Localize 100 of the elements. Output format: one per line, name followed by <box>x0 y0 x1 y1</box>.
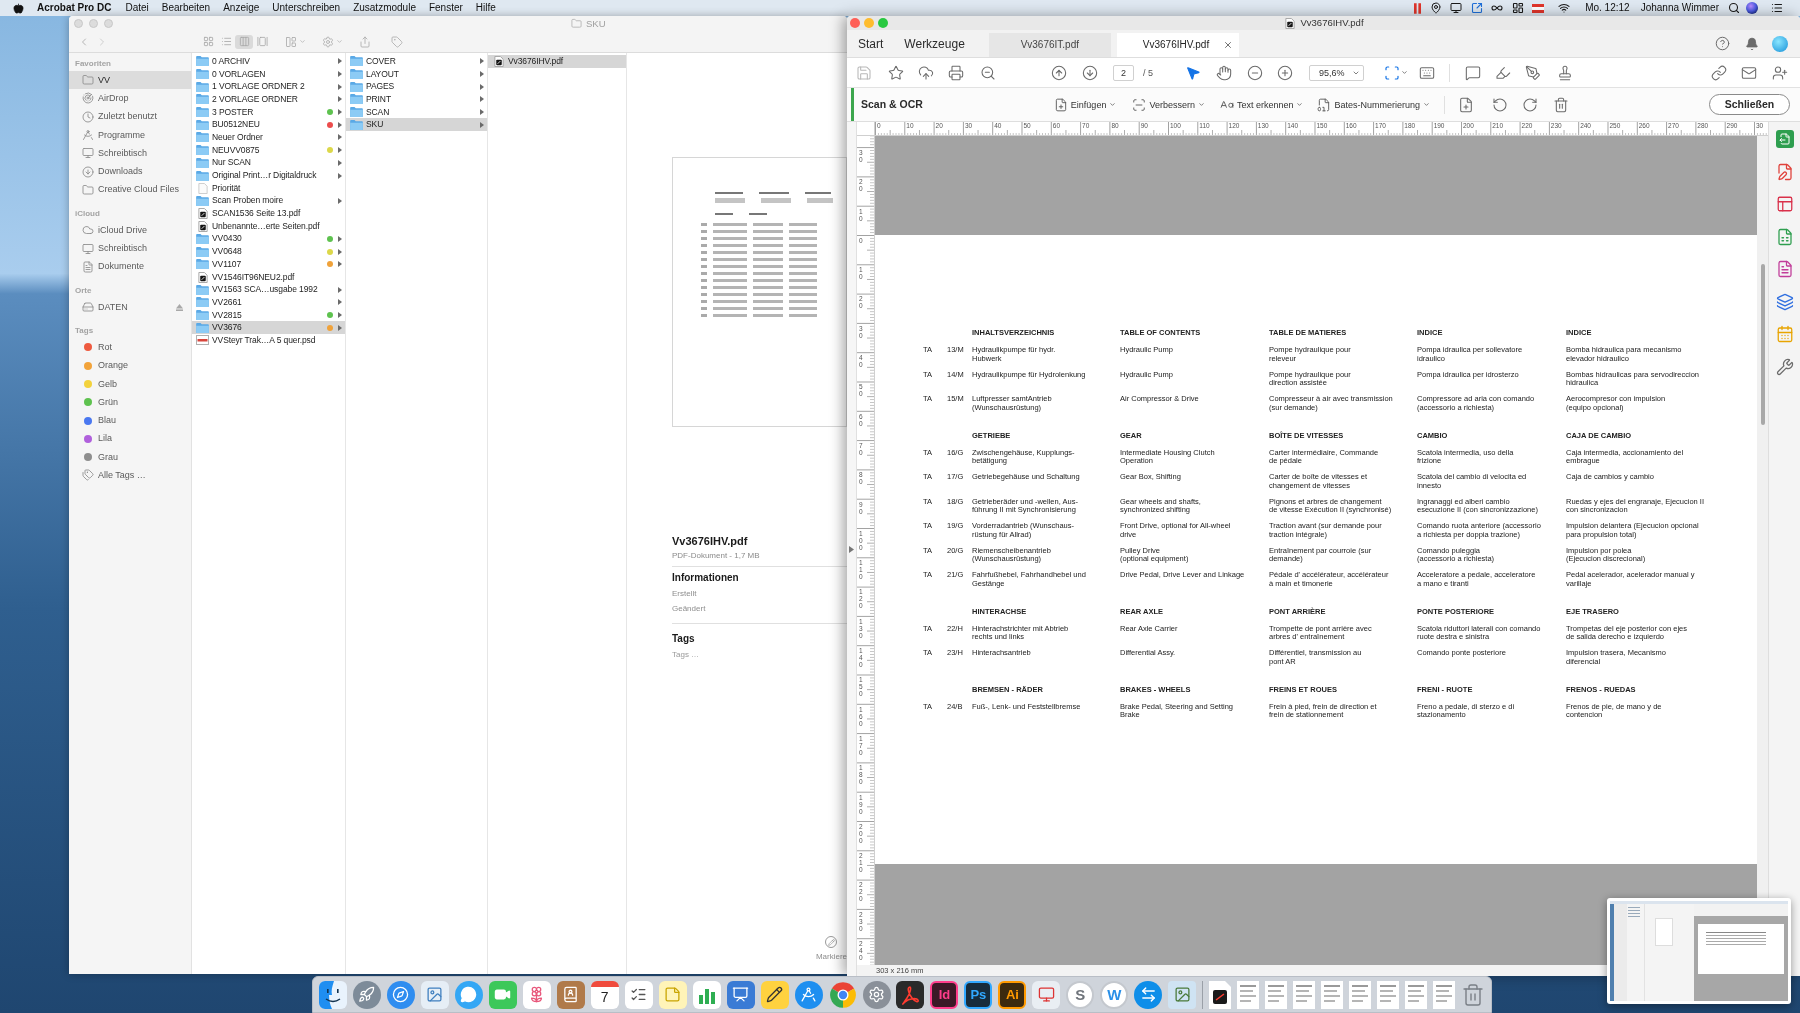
sidebar-item[interactable]: Lila <box>69 429 191 449</box>
next-page-icon[interactable] <box>1082 64 1098 81</box>
app-tile[interactable]: Ps <box>964 980 993 1009</box>
file-row[interactable]: PAGES <box>346 80 487 94</box>
print-icon[interactable] <box>948 64 964 81</box>
file-pen-icon[interactable] <box>1775 162 1794 181</box>
app-tile[interactable]: Id <box>930 980 959 1009</box>
markup-icon[interactable] <box>825 936 838 948</box>
sidebar-item[interactable]: AirDrop <box>69 89 191 108</box>
file-row[interactable]: VV2815 <box>192 308 345 322</box>
video-camera-icon[interactable] <box>488 980 517 1009</box>
app-menu[interactable]: Acrobat Pro DC <box>37 2 112 14</box>
document-icon[interactable] <box>1376 980 1399 1009</box>
gear-icon[interactable] <box>862 980 891 1009</box>
sidebar-item[interactable]: Alle Tags … <box>69 466 191 485</box>
zoom-minus-icon[interactable] <box>1247 64 1263 81</box>
screenshot-thumbnail-drawing[interactable] <box>1607 898 1791 1004</box>
file-row[interactable]: 1 VORLAGE ORDNER 2 <box>192 80 345 94</box>
file-row[interactable]: SCAN <box>346 105 487 119</box>
user-name[interactable]: Johanna Wimmer <box>1640 2 1719 14</box>
zoom-field[interactable]: 95,6% <box>1309 64 1364 81</box>
avatar-icon[interactable] <box>1772 35 1788 52</box>
menu-button[interactable]: Text erkennen <box>1219 94 1304 115</box>
file-row[interactable]: Unbenannte…erte Seiten.pdf <box>192 219 345 233</box>
pen-icon[interactable] <box>1525 64 1541 81</box>
fit-page-icon[interactable] <box>1384 64 1400 81</box>
trash-icon[interactable] <box>1553 96 1569 113</box>
file-row[interactable]: VV0430 <box>192 232 345 246</box>
menu-item[interactable]: Anzeige <box>223 2 260 14</box>
monitor-icon[interactable] <box>1032 980 1061 1009</box>
sidebar-item[interactable]: Gelb <box>69 374 191 394</box>
orb-icon[interactable] <box>1746 2 1758 14</box>
file-row[interactable]: NEUVV0875 <box>192 143 345 157</box>
layers-icon[interactable] <box>1775 292 1794 311</box>
pdf-document-icon[interactable] <box>1209 980 1232 1009</box>
document-icon[interactable] <box>1265 980 1288 1009</box>
app-badge[interactable]: S <box>1066 980 1095 1009</box>
calendar-tile[interactable]: 7 <box>590 980 619 1009</box>
zoom-plus-icon[interactable] <box>1277 64 1293 81</box>
location-pin-icon[interactable] <box>1429 2 1442 14</box>
file-row[interactable]: COVER <box>346 55 487 68</box>
file-row[interactable]: VVSteyr Trak…A 5 quer.psd <box>192 334 345 347</box>
panel-expand-icon[interactable] <box>849 546 854 553</box>
apple-icon[interactable] <box>13 2 24 14</box>
scrollbar[interactable] <box>1760 264 1765 425</box>
face-tile-icon[interactable] <box>319 980 347 1009</box>
page-layout-icon[interactable] <box>1775 195 1794 213</box>
disclosure-arrow-icon[interactable] <box>338 197 342 204</box>
menu-item[interactable]: Bearbeiten <box>161 2 211 14</box>
keyboard-icon[interactable] <box>1419 64 1435 81</box>
landscape-picture-icon[interactable] <box>1168 980 1197 1009</box>
caret-icon[interactable] <box>1296 101 1304 108</box>
menu-item[interactable]: Unterschreiben <box>272 2 341 14</box>
menu-item[interactable]: Hilfe <box>475 2 496 14</box>
file-row[interactable]: PRINT <box>346 93 487 106</box>
help-icon[interactable] <box>1715 36 1730 51</box>
caret-icon[interactable] <box>1401 69 1408 76</box>
close-icon[interactable] <box>1222 40 1233 50</box>
pencil-icon[interactable] <box>760 980 789 1009</box>
sidebar-item[interactable]: Blau <box>69 411 191 430</box>
sidebar-item[interactable]: Rot <box>69 338 191 357</box>
sidebar-item[interactable]: VV <box>69 71 191 90</box>
file-row[interactable]: Nur SCAN <box>192 156 345 170</box>
file-row[interactable]: SCAN1536 Seite 13.pdf <box>192 207 345 220</box>
document-icon[interactable] <box>1349 980 1371 1009</box>
stamp-icon[interactable] <box>1557 64 1573 81</box>
sidebar-item[interactable]: Grau <box>69 448 191 467</box>
file-row[interactable]: Neuer Ordner <box>192 131 345 144</box>
close-panel-button[interactable]: Schließen <box>1709 94 1790 115</box>
checklist-icon[interactable] <box>624 980 653 1009</box>
menu-button[interactable]: Verbessern <box>1132 94 1205 115</box>
menu-button[interactable]: Einfügen <box>1053 94 1117 115</box>
file-row[interactable]: 3 POSTER <box>192 105 345 119</box>
swirl-tile-icon[interactable] <box>896 980 925 1009</box>
menu-list-icon[interactable] <box>1771 2 1783 14</box>
file-row[interactable]: 2 VORLAGE ORDNER <box>192 93 345 106</box>
caret-icon[interactable] <box>1423 101 1430 108</box>
document-icon[interactable] <box>1237 980 1260 1009</box>
comment-icon[interactable] <box>1465 64 1481 81</box>
file-row[interactable]: SKU <box>346 118 487 132</box>
menu-item[interactable]: Zusatzmodule <box>353 2 416 14</box>
export-file-icon[interactable] <box>1775 130 1794 148</box>
speech-bubble-icon[interactable] <box>454 980 483 1009</box>
arrow-square-icon[interactable] <box>1470 2 1483 14</box>
flag-icon[interactable] <box>1532 3 1545 13</box>
pause-bars-icon[interactable] <box>1414 2 1422 14</box>
file-row[interactable]: LAYOUT <box>346 67 487 81</box>
highlighter-icon[interactable] <box>1495 64 1511 81</box>
file-row[interactable]: Vv3676IHV.pdf <box>488 55 626 68</box>
menu-item[interactable]: Fenster <box>428 2 463 14</box>
file-row[interactable]: Original Print…r Digitaldruck <box>192 169 345 182</box>
file-row[interactable]: 0 VORLAGEN <box>192 67 345 81</box>
file-row[interactable]: Priorität <box>192 181 345 195</box>
nav-tab[interactable]: Werkzeuge <box>904 35 965 52</box>
wifi-icon[interactable] <box>1558 2 1571 14</box>
document-icon[interactable] <box>1404 980 1427 1009</box>
cloud-upload-icon[interactable] <box>918 64 934 81</box>
add-user-icon[interactable] <box>1772 64 1788 81</box>
zoom-out-icon[interactable] <box>980 64 996 81</box>
sidebar-item[interactable]: Downloads <box>69 162 191 181</box>
